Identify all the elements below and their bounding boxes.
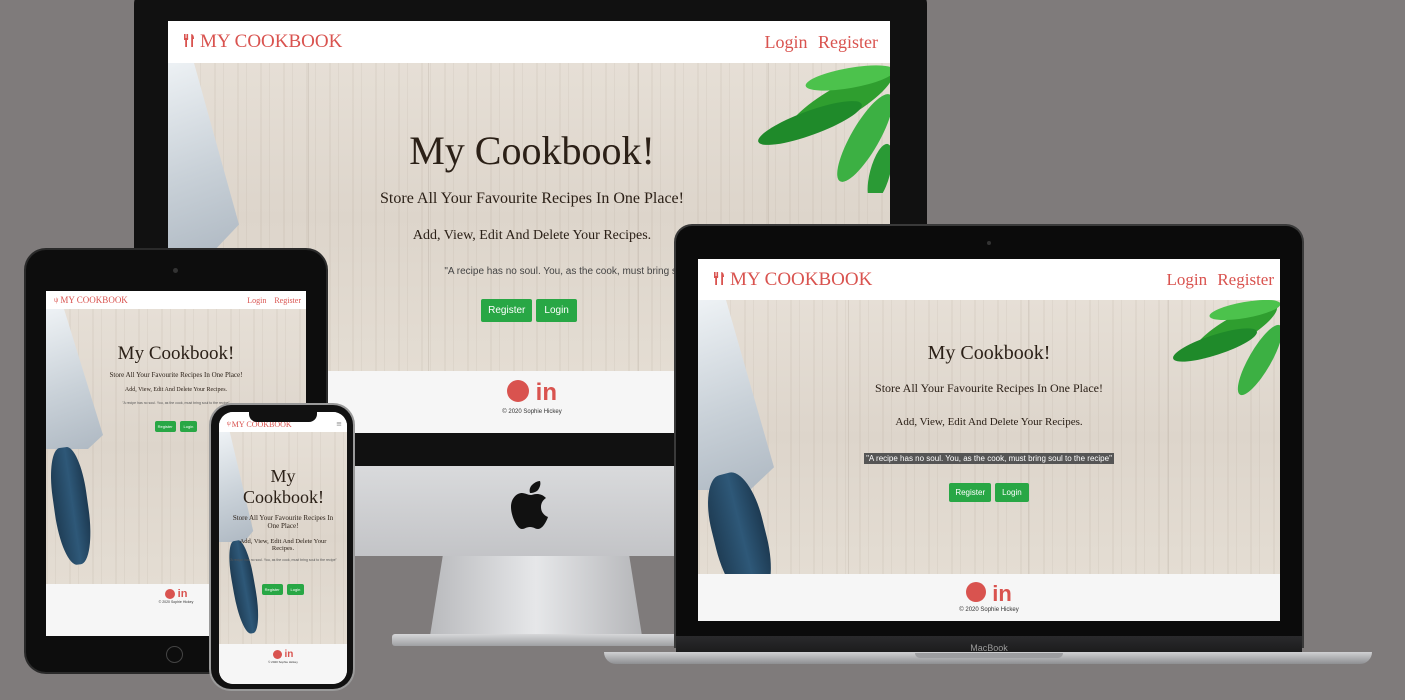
hero-quote: "A recipe has no soul. You, as the cook,… bbox=[698, 448, 1280, 466]
nav-register-link[interactable]: Register bbox=[1217, 270, 1274, 289]
hero-quote-text: "A recipe has no soul. You, as the cook,… bbox=[864, 453, 1114, 464]
linkedin-icon[interactable]: in bbox=[178, 588, 188, 600]
social-links: in bbox=[698, 581, 1280, 607]
hero-subtitle: Store All Your Favourite Recipes In One … bbox=[380, 190, 684, 207]
hero-content: My Cookbook! Store All Your Favourite Re… bbox=[219, 466, 347, 596]
nav-login-link[interactable]: Login bbox=[765, 32, 808, 52]
hero-quote: "A recipe has no soul. You, as the cook,… bbox=[229, 558, 337, 562]
copyright-text: © 2020 Sophie Hickey bbox=[959, 607, 1019, 613]
copyright-text: © 2020 Sophie Hickey bbox=[268, 660, 298, 664]
register-button[interactable]: Register bbox=[949, 483, 992, 502]
hero-buttons: Register Login bbox=[223, 578, 343, 596]
login-button[interactable]: Login bbox=[995, 483, 1029, 502]
nav-register-link[interactable]: Register bbox=[818, 32, 878, 52]
hero-title: My Cookbook! bbox=[117, 343, 235, 364]
hero-line2: Add, View, Edit And Delete Your Recipes. bbox=[124, 387, 228, 393]
hero-section: My Cookbook! Store All Your Favourite Re… bbox=[219, 432, 347, 644]
nav-register-link[interactable]: Register bbox=[274, 296, 301, 305]
hero-section: My Cookbook! Store All Your Favourite Re… bbox=[698, 300, 1280, 574]
hero-line2: Add, View, Edit And Delete Your Recipes. bbox=[895, 416, 1083, 428]
register-button[interactable]: Register bbox=[481, 299, 533, 322]
phone-website: ψ MY COOKBOOK ≡ My Cookbook! Store All Y… bbox=[219, 412, 347, 684]
login-button[interactable]: Login bbox=[536, 299, 577, 322]
tablet-home-button bbox=[166, 646, 183, 663]
register-button[interactable]: Register bbox=[154, 421, 176, 432]
utensils-icon: ψ bbox=[54, 296, 59, 304]
footer: in © 2020 Sophie Hickey bbox=[698, 574, 1280, 621]
navbar: MY COOKBOOK Login Register bbox=[698, 259, 1280, 300]
register-button[interactable]: Register bbox=[261, 584, 283, 595]
hero-subtitle: Store All Your Favourite Recipes In One … bbox=[109, 371, 243, 379]
brand-link[interactable]: MY COOKBOOK bbox=[714, 269, 872, 291]
hero-line2: Add, View, Edit And Delete Your Recipes. bbox=[239, 538, 327, 552]
linkedin-icon[interactable]: in bbox=[536, 379, 557, 406]
nav-login-link[interactable]: Login bbox=[1166, 270, 1207, 289]
github-icon[interactable] bbox=[966, 582, 987, 603]
github-icon[interactable] bbox=[507, 379, 529, 402]
brand-text: MY COOKBOOK bbox=[730, 268, 873, 290]
footer: in © 2020 Sophie Hickey bbox=[219, 644, 347, 684]
hero-title: My Cookbook! bbox=[927, 342, 1051, 364]
imac-base bbox=[392, 634, 682, 646]
hero-subtitle: Store All Your Favourite Recipes In One … bbox=[875, 381, 1103, 395]
utensils-icon: ψ bbox=[227, 421, 231, 427]
linkedin-icon[interactable]: in bbox=[992, 581, 1012, 606]
hero-buttons: Register Login bbox=[698, 482, 1280, 502]
laptop-website: MY COOKBOOK Login Register My Cookbook! … bbox=[698, 259, 1280, 621]
laptop-camera bbox=[987, 241, 991, 245]
nav-login-link[interactable]: Login bbox=[247, 296, 266, 305]
hero-title: My Cookbook! bbox=[243, 466, 324, 507]
hamburger-menu-icon[interactable]: ≡ bbox=[336, 420, 342, 428]
laptop-notch bbox=[915, 653, 1063, 658]
tablet-camera bbox=[173, 268, 178, 273]
brand-link[interactable]: MY COOKBOOK bbox=[184, 31, 342, 53]
utensils-icon bbox=[184, 31, 195, 53]
github-icon[interactable] bbox=[272, 649, 282, 659]
phone-notch bbox=[249, 409, 317, 422]
hero-title: My Cookbook! bbox=[409, 128, 655, 173]
brand-link[interactable]: ψ MY COOKBOOK bbox=[54, 295, 128, 305]
brand-text: MY COOKBOOK bbox=[60, 295, 128, 305]
linkedin-icon[interactable]: in bbox=[284, 649, 293, 660]
nav-links: Login Register bbox=[1160, 270, 1274, 290]
navbar: ψ MY COOKBOOK Login Register bbox=[46, 291, 306, 309]
hero-subtitle: Store All Your Favourite Recipes In One … bbox=[232, 514, 334, 530]
login-button[interactable]: Login bbox=[286, 584, 305, 595]
social-links: in bbox=[219, 649, 347, 660]
knife-handle bbox=[46, 445, 97, 567]
apple-logo-icon bbox=[510, 480, 552, 532]
nav-links: Login Register bbox=[759, 32, 879, 53]
hero-content: My Cookbook! Store All Your Favourite Re… bbox=[698, 342, 1280, 502]
github-icon[interactable] bbox=[164, 589, 175, 600]
brand-text: MY COOKBOOK bbox=[200, 31, 343, 52]
nav-links: Login Register bbox=[241, 296, 301, 305]
utensils-icon bbox=[714, 269, 725, 291]
login-button[interactable]: Login bbox=[179, 421, 198, 432]
imac-stand bbox=[430, 556, 642, 636]
navbar: MY COOKBOOK Login Register bbox=[168, 21, 890, 63]
